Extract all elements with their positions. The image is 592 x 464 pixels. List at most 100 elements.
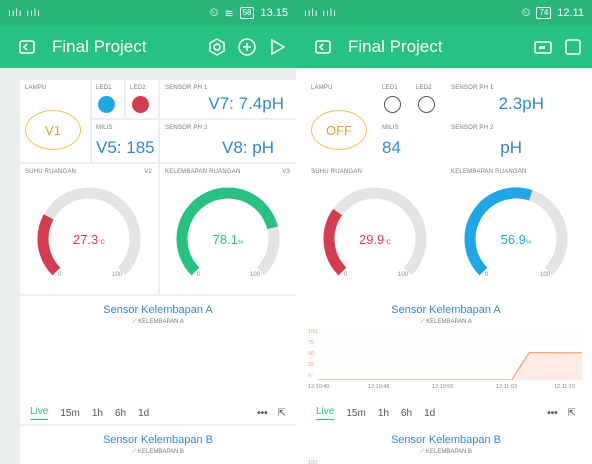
kelembapan-pin: V3 bbox=[282, 169, 290, 175]
chart-a-legend: ⟋ KELEMBAPAN A bbox=[132, 319, 184, 325]
lampu-label: LAMPU bbox=[25, 85, 47, 91]
milis-label: MILIS bbox=[382, 125, 399, 131]
dashboard-right: LAMPU OFF LED1 LED2 SENSOR PH 1 2.3pH MI… bbox=[296, 68, 592, 464]
ph2-label: SENSOR PH 2 bbox=[165, 125, 208, 131]
ph1-widget: SENSOR PH 1 V7: 7.4pH bbox=[160, 80, 296, 118]
suhu-value: 27.3°C bbox=[72, 232, 106, 247]
kelembapan-min: 0 bbox=[485, 272, 489, 278]
kelembapan-label: KELEMBAPAN RUANGAN bbox=[165, 169, 241, 175]
range-1d[interactable]: 1d bbox=[424, 408, 435, 419]
settings-icon[interactable] bbox=[206, 36, 228, 58]
led1-indicator bbox=[384, 96, 401, 113]
led1-indicator bbox=[98, 96, 115, 113]
led2-label: LED2 bbox=[130, 85, 146, 91]
back-to-projects-icon[interactable] bbox=[16, 36, 38, 58]
x-tick: 12:10:40 bbox=[308, 384, 330, 390]
suhu-label: SUHU RUANGAN bbox=[311, 169, 363, 175]
battery-icon: 74 bbox=[536, 7, 552, 19]
x-tick: 12:11:03 bbox=[496, 384, 518, 390]
range-1h[interactable]: 1h bbox=[378, 408, 389, 419]
clock: 12.11 bbox=[557, 7, 584, 19]
suhu-label: SUHU RUANGAN bbox=[25, 169, 77, 175]
chart-b-widget: Sensor Kelembapan B ⟋ KELEMBAPAN B bbox=[20, 426, 296, 464]
alarm-icon: ⏲ bbox=[521, 6, 531, 19]
ph2-widget: SENSOR PH 2 pH bbox=[446, 120, 586, 162]
range-15m[interactable]: 15m bbox=[346, 408, 365, 419]
y-tick: 0 bbox=[308, 373, 312, 379]
range-1h[interactable]: 1h bbox=[92, 408, 103, 419]
range-live[interactable]: Live bbox=[316, 406, 335, 420]
ph1-value: 2.3pH bbox=[498, 94, 544, 113]
chart-b-widget: Sensor Kelembapan B ⟋ KELEMBAPAN B 100 bbox=[306, 426, 586, 464]
kelembapan-max: 100 bbox=[250, 272, 261, 278]
signal-icon: ıılı ıılı bbox=[8, 7, 41, 19]
suhu-min: 0 bbox=[344, 272, 348, 278]
led1-label: LED1 bbox=[96, 85, 112, 91]
more-icon[interactable]: ••• bbox=[257, 408, 268, 419]
range-6h[interactable]: 6h bbox=[115, 408, 126, 419]
led1-widget: LED1 bbox=[92, 80, 124, 118]
lampu-label: LAMPU bbox=[311, 85, 333, 91]
kelembapan-max: 100 bbox=[540, 272, 551, 278]
kelembapan-gauge-widget: KELEMBAPAN RUANGAN V3 78.1% 0 100 bbox=[160, 164, 296, 294]
kelembapan-label: KELEMBAPAN RUANGAN bbox=[451, 169, 527, 175]
suhu-min: 0 bbox=[58, 272, 62, 278]
humidity-line-chart bbox=[318, 332, 582, 380]
lampu-button[interactable]: OFF bbox=[311, 110, 367, 150]
status-bar: ıılı ıılı ⏲ ≋ 58 13.15 bbox=[0, 0, 296, 26]
led1-label: LED1 bbox=[382, 85, 398, 91]
project-title: Final Project bbox=[52, 37, 147, 56]
kelembapan-value: 56.9% bbox=[500, 232, 532, 247]
milis-value: 84 bbox=[382, 138, 401, 157]
alarm-icon: ⏲ bbox=[209, 6, 219, 19]
fullscreen-icon[interactable]: ⇱ bbox=[568, 408, 576, 419]
milis-value: V5: 185 bbox=[96, 138, 155, 157]
app-bar: Final Project bbox=[0, 26, 296, 68]
fullscreen-icon[interactable]: ⇱ bbox=[278, 408, 286, 419]
ph2-label: SENSOR PH 2 bbox=[451, 125, 494, 131]
x-tick: 12:11:10 bbox=[554, 384, 576, 390]
chart-b-title: Sensor Kelembapan B bbox=[390, 434, 502, 446]
range-1d[interactable]: 1d bbox=[138, 408, 149, 419]
led2-widget: LED2 bbox=[412, 80, 444, 118]
y-tick: 25 bbox=[308, 362, 315, 368]
play-icon[interactable] bbox=[266, 36, 288, 58]
suhu-gauge-widget: SUHU RUANGAN V2 27.3°C 0 100 bbox=[20, 164, 158, 294]
battery-icon: 58 bbox=[239, 7, 255, 19]
more-icon[interactable]: ••• bbox=[547, 408, 558, 419]
status-bar: ıılı ıılı ⏲ 74 12.11 bbox=[296, 0, 592, 26]
chart-a-widget: Sensor Kelembapan A ⟋ KELEMBAPAN A 100 7… bbox=[306, 296, 586, 424]
chart-a-title: Sensor Kelembapan A bbox=[391, 304, 501, 316]
stop-icon[interactable] bbox=[562, 36, 584, 58]
x-tick: 12:10:55 bbox=[432, 384, 454, 390]
series-area bbox=[318, 352, 582, 380]
back-to-projects-icon[interactable] bbox=[312, 36, 334, 58]
phone-left: ıılı ıılı ⏲ ≋ 58 13.15 Final Project LAM… bbox=[0, 0, 296, 464]
add-widget-icon[interactable] bbox=[236, 36, 258, 58]
suhu-max: 100 bbox=[398, 272, 409, 278]
ph1-value: V7: 7.4pH bbox=[208, 94, 284, 113]
device-status-icon[interactable] bbox=[532, 36, 554, 58]
led2-indicator bbox=[418, 96, 435, 113]
y-tick: 100 bbox=[308, 460, 318, 464]
ph1-label: SENSOR PH 1 bbox=[451, 85, 494, 91]
clock: 13.15 bbox=[260, 7, 288, 19]
y-tick: 50 bbox=[308, 351, 315, 357]
range-live[interactable]: Live bbox=[30, 406, 49, 420]
range-6h[interactable]: 6h bbox=[401, 408, 412, 419]
wifi-icon: ≋ bbox=[224, 7, 234, 20]
range-15m[interactable]: 15m bbox=[60, 408, 79, 419]
time-range-selector: Live 15m 1h 6h 1d ••• ⇱ bbox=[316, 406, 576, 420]
lampu-button[interactable]: V1 bbox=[25, 110, 81, 150]
suhu-pin: V2 bbox=[144, 169, 152, 175]
chart-b-title: Sensor Kelembapan B bbox=[102, 434, 214, 446]
led2-label: LED2 bbox=[416, 85, 432, 91]
phone-right: ıılı ıılı ⏲ 74 12.11 Final Project LAMPU… bbox=[296, 0, 592, 464]
kelembapan-gauge-widget: KELEMBAPAN RUANGAN 56.9% 0 100 bbox=[446, 164, 586, 294]
suhu-gauge-widget: SUHU RUANGAN 29.9°C 0 100 bbox=[306, 164, 444, 294]
x-tick: 12:10:48 bbox=[368, 384, 390, 390]
suhu-max: 100 bbox=[112, 272, 123, 278]
chart-a-widget: Sensor Kelembapan A ⟋ KELEMBAPAN A Live … bbox=[20, 296, 296, 424]
lampu-widget: LAMPU OFF bbox=[306, 80, 376, 162]
suhu-value: 29.9°C bbox=[358, 232, 392, 247]
